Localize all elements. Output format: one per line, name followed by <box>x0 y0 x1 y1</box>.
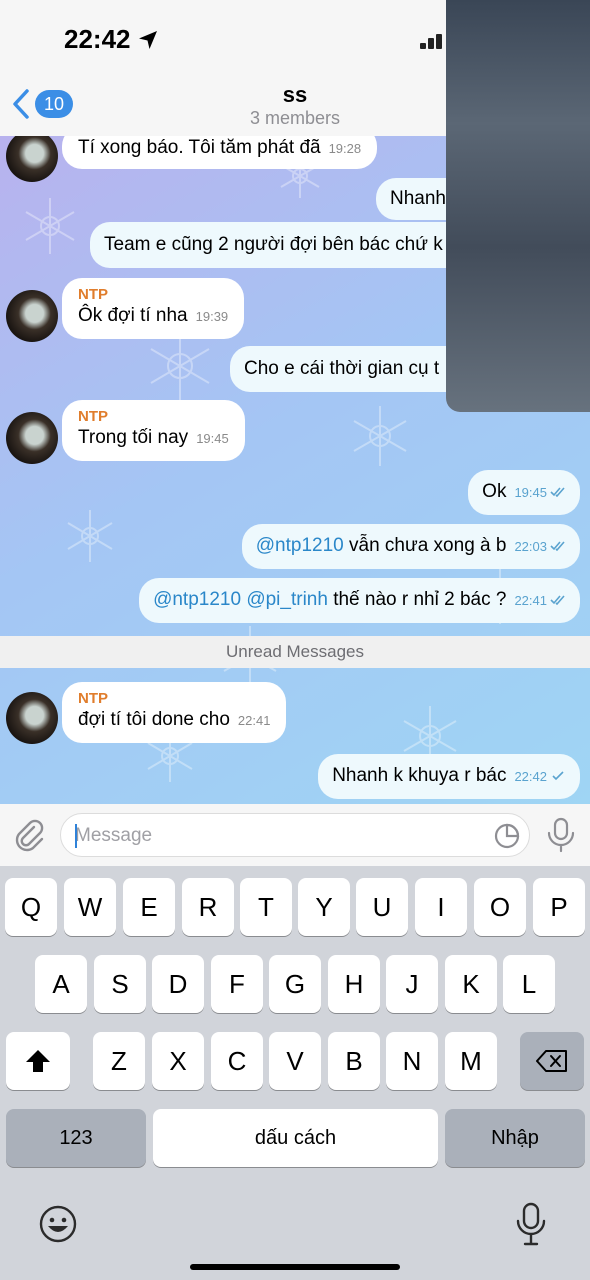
key-i[interactable]: I <box>415 878 467 936</box>
message-text: Ôk đợi tí nha <box>78 305 188 326</box>
key-r[interactable]: R <box>182 878 234 936</box>
read-check-icon <box>550 541 565 551</box>
dictation-mic-icon[interactable] <box>516 1202 546 1246</box>
key-m[interactable]: M <box>445 1032 497 1090</box>
message-text: Ok <box>482 481 507 502</box>
message-text: thế nào r nhỉ 2 bác ? <box>327 589 507 610</box>
message-time: 22:41 <box>237 713 271 728</box>
sender-name: NTP <box>78 408 108 425</box>
key-w[interactable]: W <box>64 878 116 936</box>
key-g[interactable]: G <box>269 955 321 1013</box>
shift-key[interactable] <box>6 1032 70 1090</box>
message-bubble[interactable]: Nhanh k khuya r bác 22:42 <box>318 754 580 799</box>
sent-check-icon <box>552 771 564 781</box>
message-time: 22:03 <box>514 539 547 554</box>
message-time: 19:28 <box>328 141 362 156</box>
sticker-icon[interactable] <box>493 822 521 850</box>
message-text: vẫn chưa xong à b <box>343 535 507 556</box>
key-h[interactable]: H <box>328 955 380 1013</box>
key-b[interactable]: B <box>328 1032 380 1090</box>
message-text: đợi tí tôi done cho <box>78 709 230 730</box>
unread-divider: Unread Messages <box>0 636 590 668</box>
message-input[interactable] <box>75 822 475 850</box>
key-u[interactable]: U <box>356 878 408 936</box>
key-z[interactable]: Z <box>93 1032 145 1090</box>
microphone-icon[interactable] <box>546 817 576 853</box>
mention-link[interactable]: @ntp1210 @pi_trinh <box>153 589 328 610</box>
message-bubble[interactable]: NTP Ôk đợi tí nha 19:39 <box>62 278 245 339</box>
key-f[interactable]: F <box>211 955 263 1013</box>
message-text: Nhanh <box>390 188 446 209</box>
avatar[interactable] <box>6 692 58 744</box>
message-bubble[interactable]: Ok 19:45 <box>468 470 580 515</box>
key-q[interactable]: Q <box>5 878 57 936</box>
message-bubble[interactable]: @ntp1210 vẫn chưa xong à b 22:03 <box>241 524 580 569</box>
key-e[interactable]: E <box>123 878 175 936</box>
message-text: Tí xong báo. Tôi tăm phát đã <box>78 137 321 158</box>
space-key[interactable]: dấu cách <box>153 1109 438 1167</box>
mention-link[interactable]: @ntp1210 <box>256 535 344 556</box>
key-n[interactable]: N <box>386 1032 438 1090</box>
avatar[interactable] <box>6 412 58 464</box>
key-x[interactable]: X <box>152 1032 204 1090</box>
sender-name: NTP <box>78 690 108 707</box>
key-k[interactable]: K <box>445 955 497 1013</box>
message-bubble[interactable]: NTP Trong tối nay 19:45 <box>62 400 245 461</box>
message-time: 19:45 <box>514 485 547 500</box>
read-check-icon <box>550 595 565 605</box>
message-bubble[interactable]: NTP đợi tí tôi done cho 22:41 <box>62 682 287 743</box>
key-j[interactable]: J <box>386 955 438 1013</box>
blurred-overlay <box>446 0 590 412</box>
text-cursor <box>75 824 77 848</box>
message-time: 19:45 <box>196 431 229 446</box>
message-text: Cho e cái thời gian cụ t <box>244 358 440 379</box>
backspace-icon <box>536 1050 567 1072</box>
key-s[interactable]: S <box>94 955 146 1013</box>
cellular-signal-icon <box>420 34 442 50</box>
key-t[interactable]: T <box>240 878 292 936</box>
sender-name: NTP <box>78 286 108 303</box>
message-text: Team e cũng 2 người đợi bên bác chứ k <box>104 234 443 255</box>
key-p[interactable]: P <box>533 878 585 936</box>
emoji-icon[interactable] <box>38 1204 78 1244</box>
key-v[interactable]: V <box>269 1032 321 1090</box>
key-y[interactable]: Y <box>298 878 350 936</box>
status-time: 22:42 <box>64 24 131 54</box>
paperclip-icon[interactable] <box>12 818 46 852</box>
shift-icon <box>26 1050 50 1072</box>
message-time: 22:41 <box>514 593 547 608</box>
home-indicator <box>190 1264 400 1270</box>
key-d[interactable]: D <box>152 955 204 1013</box>
message-bubble[interactable]: Cho e cái thời gian cụ t <box>230 346 470 392</box>
message-bubble[interactable]: @ntp1210 @pi_trinh thế nào r nhỉ 2 bác ?… <box>139 578 580 623</box>
message-time: 19:39 <box>195 309 229 324</box>
return-key[interactable]: Nhập <box>445 1109 585 1167</box>
key-o[interactable]: O <box>474 878 526 936</box>
keyboard: Q W E R T Y U I O P A S D F G H J K L Z … <box>0 866 590 1280</box>
message-bubble[interactable]: Tí xong báo. Tôi tăm phát đã 19:28 <box>62 136 378 169</box>
delete-key[interactable] <box>520 1032 584 1090</box>
message-time: 22:42 <box>514 769 547 784</box>
message-text: Nhanh k khuya r bác <box>332 765 507 786</box>
message-text: Trong tối nay <box>78 427 189 448</box>
key-c[interactable]: C <box>211 1032 263 1090</box>
message-bubble[interactable]: Team e cũng 2 người đợi bên bác chứ k <box>90 222 470 268</box>
location-arrow-icon <box>139 31 157 49</box>
composer <box>0 804 590 866</box>
key-l[interactable]: L <box>503 955 555 1013</box>
read-check-icon <box>550 487 565 497</box>
message-field[interactable] <box>60 813 530 857</box>
numbers-key[interactable]: 123 <box>6 1109 146 1167</box>
key-a[interactable]: A <box>35 955 87 1013</box>
avatar[interactable] <box>6 290 58 342</box>
